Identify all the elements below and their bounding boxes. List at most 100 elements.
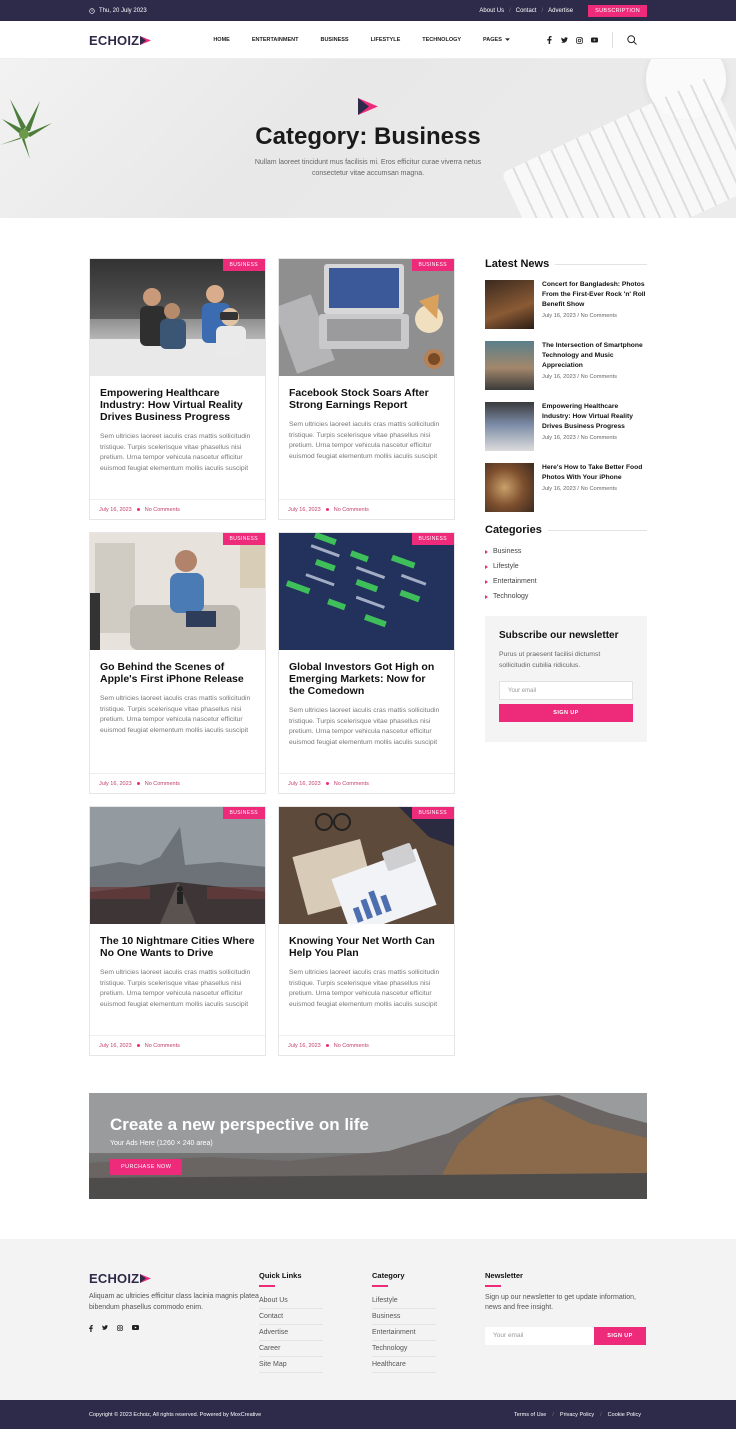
category-item-business[interactable]: Business: [485, 544, 647, 559]
latest-news-title[interactable]: The Intersection of Smartphone Technolog…: [542, 341, 647, 371]
post-card[interactable]: BUSINESS Facebook Stock Soars After Stro…: [278, 258, 455, 520]
footer-signup-button[interactable]: SIGN UP: [594, 1326, 646, 1345]
latest-news-title[interactable]: Concert for Bangladesh: Photos From the …: [542, 280, 647, 310]
post-comments[interactable]: No Comments: [145, 1043, 180, 1049]
ad-banner[interactable]: Create a new perspective on life Your Ad…: [89, 1093, 647, 1199]
topbar-link-advertise[interactable]: Advertise: [543, 8, 578, 14]
post-date[interactable]: July 16, 2023: [99, 1043, 132, 1049]
footer-logo[interactable]: ECHOIZ: [89, 1271, 259, 1286]
instagram-icon[interactable]: [117, 1325, 123, 1334]
footer-cat-technology[interactable]: Technology: [372, 1341, 436, 1357]
latest-news-thumb[interactable]: [485, 341, 534, 390]
post-date[interactable]: July 16, 2023: [99, 781, 132, 787]
post-card[interactable]: BUSINESS Global Investors Got High on Em…: [278, 532, 455, 794]
search-button[interactable]: [611, 32, 637, 48]
category-badge[interactable]: BUSINESS: [222, 533, 265, 545]
twitter-icon[interactable]: [102, 1325, 108, 1334]
footer-link-career[interactable]: Career: [259, 1341, 323, 1357]
post-card[interactable]: BUSINESS Knowing Your Net Worth Can Help…: [278, 806, 455, 1056]
post-date[interactable]: July 16, 2023: [288, 1043, 321, 1049]
category-item-entertainment[interactable]: Entertainment: [485, 574, 647, 589]
footer-cat-lifestyle[interactable]: Lifestyle: [372, 1293, 436, 1309]
post-date[interactable]: July 16, 2023: [288, 507, 321, 513]
latest-news-comments[interactable]: No Comments: [581, 374, 617, 380]
latest-news-thumb[interactable]: [485, 280, 534, 329]
nav-entertainment[interactable]: ENTERTAINMENT: [252, 37, 299, 43]
subscription-button[interactable]: SUBSCRIPTION: [588, 4, 647, 17]
twitter-icon[interactable]: [560, 37, 568, 44]
youtube-icon[interactable]: [132, 1325, 139, 1334]
post-title[interactable]: Facebook Stock Soars After Strong Earnin…: [289, 387, 444, 411]
legal-link-privacy[interactable]: Privacy Policy: [554, 1412, 600, 1418]
post-title[interactable]: Knowing Your Net Worth Can Help You Plan: [289, 935, 444, 959]
site-logo[interactable]: ECHOIZ: [89, 33, 152, 48]
latest-news-item[interactable]: Concert for Bangladesh: Photos From the …: [485, 280, 647, 329]
category-badge[interactable]: BUSINESS: [222, 807, 265, 819]
category-badge[interactable]: BUSINESS: [411, 259, 454, 271]
legal-link-cookie[interactable]: Cookie Policy: [602, 1412, 647, 1418]
nav-pages[interactable]: PAGES: [483, 37, 510, 43]
latest-news-date[interactable]: July 16, 2023: [542, 435, 576, 441]
latest-news-item[interactable]: Empowering Healthcare Industry: How Virt…: [485, 402, 647, 451]
post-image[interactable]: BUSINESS: [90, 807, 265, 924]
post-comments[interactable]: No Comments: [334, 1043, 369, 1049]
latest-news-date[interactable]: July 16, 2023: [542, 374, 576, 380]
post-title[interactable]: The 10 Nightmare Cities Where No One Wan…: [100, 935, 255, 959]
footer-link-advertise[interactable]: Advertise: [259, 1325, 323, 1341]
latest-news-thumb[interactable]: [485, 463, 534, 512]
purchase-now-button[interactable]: PURCHASE NOW: [110, 1159, 183, 1175]
nav-technology[interactable]: TECHNOLOGY: [422, 37, 461, 43]
nav-lifestyle[interactable]: LIFESTYLE: [371, 37, 401, 43]
newsletter-email-input[interactable]: Your email: [499, 681, 633, 700]
post-image[interactable]: BUSINESS: [279, 533, 454, 650]
footer-link-contact[interactable]: Contact: [259, 1309, 323, 1325]
post-comments[interactable]: No Comments: [145, 781, 180, 787]
footer-link-about[interactable]: About Us: [259, 1293, 323, 1309]
footer-cat-business[interactable]: Business: [372, 1309, 436, 1325]
topbar-link-about[interactable]: About Us: [474, 8, 509, 14]
latest-news-date[interactable]: July 16, 2023: [542, 486, 576, 492]
post-card[interactable]: BUSINESS The 10 Nightmare Cities Where N…: [89, 806, 266, 1056]
post-title[interactable]: Global Investors Got High on Emerging Ma…: [289, 661, 444, 697]
latest-news-comments[interactable]: No Comments: [581, 486, 617, 492]
legal-link-terms[interactable]: Terms of Use: [508, 1412, 552, 1418]
facebook-icon[interactable]: [546, 36, 553, 44]
post-image[interactable]: BUSINESS: [279, 807, 454, 924]
category-item-technology[interactable]: Technology: [485, 589, 647, 604]
footer-email-input[interactable]: Your email: [485, 1326, 594, 1345]
post-title[interactable]: Empowering Healthcare Industry: How Virt…: [100, 387, 255, 423]
nav-home[interactable]: HOME: [213, 37, 230, 43]
post-image[interactable]: BUSINESS: [279, 259, 454, 376]
latest-news-title[interactable]: Empowering Healthcare Industry: How Virt…: [542, 402, 647, 432]
category-badge[interactable]: BUSINESS: [411, 807, 454, 819]
category-badge[interactable]: BUSINESS: [411, 533, 454, 545]
latest-news-comments[interactable]: No Comments: [581, 313, 617, 319]
post-date[interactable]: July 16, 2023: [288, 781, 321, 787]
latest-news-item[interactable]: Here's How to Take Better Food Photos Wi…: [485, 463, 647, 512]
post-comments[interactable]: No Comments: [334, 507, 369, 513]
youtube-icon[interactable]: [590, 37, 598, 44]
post-title[interactable]: Go Behind the Scenes of Apple's First iP…: [100, 661, 255, 685]
category-item-lifestyle[interactable]: Lifestyle: [485, 559, 647, 574]
latest-news-date[interactable]: July 16, 2023: [542, 313, 576, 319]
topbar-link-contact[interactable]: Contact: [511, 8, 542, 14]
post-comments[interactable]: No Comments: [334, 781, 369, 787]
footer-link-sitemap[interactable]: Site Map: [259, 1357, 323, 1373]
post-image[interactable]: BUSINESS: [90, 533, 265, 650]
nav-business[interactable]: BUSINESS: [320, 37, 348, 43]
latest-news-title[interactable]: Here's How to Take Better Food Photos Wi…: [542, 463, 647, 483]
footer-cat-healthcare[interactable]: Healthcare: [372, 1357, 436, 1373]
post-comments[interactable]: No Comments: [145, 507, 180, 513]
latest-news-comments[interactable]: No Comments: [581, 435, 617, 441]
post-date[interactable]: July 16, 2023: [99, 507, 132, 513]
post-image[interactable]: BUSINESS: [90, 259, 265, 376]
newsletter-signup-button[interactable]: SIGN UP: [499, 704, 633, 722]
post-card[interactable]: BUSINESS Go Behind the Scenes of Apple's…: [89, 532, 266, 794]
latest-news-item[interactable]: The Intersection of Smartphone Technolog…: [485, 341, 647, 390]
footer-cat-entertainment[interactable]: Entertainment: [372, 1325, 436, 1341]
category-badge[interactable]: BUSINESS: [222, 259, 265, 271]
facebook-icon[interactable]: [89, 1325, 93, 1334]
instagram-icon[interactable]: [576, 36, 583, 44]
latest-news-thumb[interactable]: [485, 402, 534, 451]
post-card[interactable]: BUSINESS Empowering Healthcare Industry:…: [89, 258, 266, 520]
